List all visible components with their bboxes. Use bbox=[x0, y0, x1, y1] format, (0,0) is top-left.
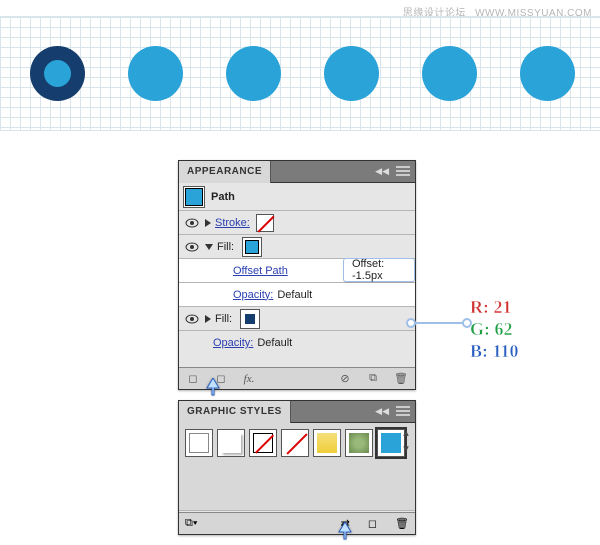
fill-row-1[interactable]: Fill: bbox=[179, 235, 415, 259]
shape-dot[interactable] bbox=[226, 46, 281, 101]
clear-icon[interactable]: ⊘ bbox=[337, 371, 353, 387]
scroll-up-icon[interactable]: ▴ bbox=[399, 425, 413, 439]
rgb-g-value: 62 bbox=[495, 319, 513, 339]
opacity-value: Default bbox=[277, 289, 312, 301]
trash-icon[interactable]: 🗑 bbox=[393, 371, 409, 387]
shape-dot[interactable] bbox=[422, 46, 477, 101]
fill-label: Fill: bbox=[217, 241, 234, 253]
panel-tabbar: APPEARANCE ◀◀ bbox=[179, 161, 415, 183]
stroke-label[interactable]: Stroke: bbox=[215, 217, 250, 229]
expand-icon[interactable] bbox=[205, 315, 211, 323]
offset-path-label[interactable]: Offset Path bbox=[233, 265, 288, 277]
new-style-icon[interactable]: ◻ bbox=[368, 517, 377, 530]
stroke-row[interactable]: Stroke: bbox=[179, 211, 415, 235]
style-swatch[interactable] bbox=[249, 429, 277, 457]
fill-label: Fill: bbox=[215, 313, 232, 325]
rgb-b-value: 110 bbox=[493, 341, 519, 361]
graphic-styles-panel: GRAPHIC STYLES ◀◀ ▴ ▾ ⧉▾ ⇄ ◻ 🗑 bbox=[178, 400, 416, 535]
canvas-area[interactable] bbox=[0, 16, 600, 131]
panel-menu-icon[interactable] bbox=[395, 404, 411, 418]
stroke-none-swatch-icon[interactable] bbox=[256, 214, 274, 232]
appearance-tab[interactable]: APPEARANCE bbox=[179, 161, 271, 183]
appearance-panel: APPEARANCE ◀◀ Path Stroke: Fill: Offset … bbox=[178, 160, 416, 390]
panel-tabbar: GRAPHIC STYLES ◀◀ bbox=[179, 401, 415, 423]
style-swatch[interactable] bbox=[217, 429, 245, 457]
opacity-row-1[interactable]: Opacity: Default bbox=[179, 283, 415, 307]
expand-icon[interactable] bbox=[205, 219, 211, 227]
rgb-callout: R: 21 G: 62 B: 110 bbox=[470, 296, 519, 362]
library-menu-icon[interactable]: ⧉▾ bbox=[185, 517, 197, 530]
opacity-value: Default bbox=[257, 337, 292, 349]
cursor-icon bbox=[338, 522, 352, 540]
collapse-icon[interactable] bbox=[205, 244, 213, 250]
fx-button[interactable]: fx. bbox=[241, 371, 257, 387]
fill-row-2[interactable]: Fill: bbox=[179, 307, 415, 331]
style-swatch[interactable] bbox=[281, 429, 309, 457]
fill-swatch-navy-icon[interactable] bbox=[240, 309, 260, 329]
scroll-down-icon[interactable]: ▾ bbox=[399, 441, 413, 455]
offset-path-row[interactable]: Offset Path Offset: -1.5px bbox=[179, 259, 415, 283]
graphic-styles-tab[interactable]: GRAPHIC STYLES bbox=[179, 401, 291, 423]
rgb-r-value: 21 bbox=[494, 297, 512, 317]
path-swatch-icon bbox=[183, 186, 205, 208]
fill-swatch-cyan-icon[interactable] bbox=[242, 237, 262, 257]
path-row[interactable]: Path bbox=[179, 183, 415, 211]
rgb-b-label: B: bbox=[470, 341, 488, 361]
style-swatch[interactable] bbox=[185, 429, 213, 457]
rgb-r-label: R: bbox=[470, 297, 489, 317]
cursor-icon bbox=[206, 378, 220, 396]
new-art-icon[interactable]: ◻ bbox=[185, 371, 201, 387]
visibility-toggle-icon[interactable] bbox=[183, 238, 201, 256]
offset-tooltip-text: Offset: -1.5px bbox=[352, 258, 406, 282]
shape-dot[interactable] bbox=[520, 46, 575, 101]
panel-collapse-icon[interactable]: ◀◀ bbox=[375, 406, 389, 417]
opacity-label[interactable]: Opacity: bbox=[233, 289, 273, 301]
style-swatch[interactable] bbox=[345, 429, 373, 457]
panel-collapse-icon[interactable]: ◀◀ bbox=[375, 166, 389, 177]
path-label: Path bbox=[211, 191, 235, 203]
shape-dot[interactable] bbox=[324, 46, 379, 101]
duplicate-icon[interactable]: ⧉ bbox=[365, 371, 381, 387]
rgb-g-label: G: bbox=[470, 319, 490, 339]
offset-tooltip: Offset: -1.5px bbox=[343, 258, 415, 282]
graphic-styles-footer: ⧉▾ ⇄ ◻ 🗑 bbox=[179, 512, 415, 534]
shape-dot-selected[interactable] bbox=[30, 46, 85, 101]
opacity-row-2[interactable]: Opacity: Default bbox=[179, 331, 415, 355]
shape-dot[interactable] bbox=[128, 46, 183, 101]
callout-connector bbox=[414, 322, 464, 324]
visibility-toggle-icon[interactable] bbox=[183, 310, 201, 328]
trash-icon[interactable]: 🗑 bbox=[395, 517, 409, 530]
opacity-label[interactable]: Opacity: bbox=[213, 337, 253, 349]
panel-menu-icon[interactable] bbox=[395, 164, 411, 178]
graphic-styles-body: ▴ ▾ bbox=[179, 423, 415, 511]
style-swatch[interactable] bbox=[313, 429, 341, 457]
visibility-toggle-icon[interactable] bbox=[183, 214, 201, 232]
